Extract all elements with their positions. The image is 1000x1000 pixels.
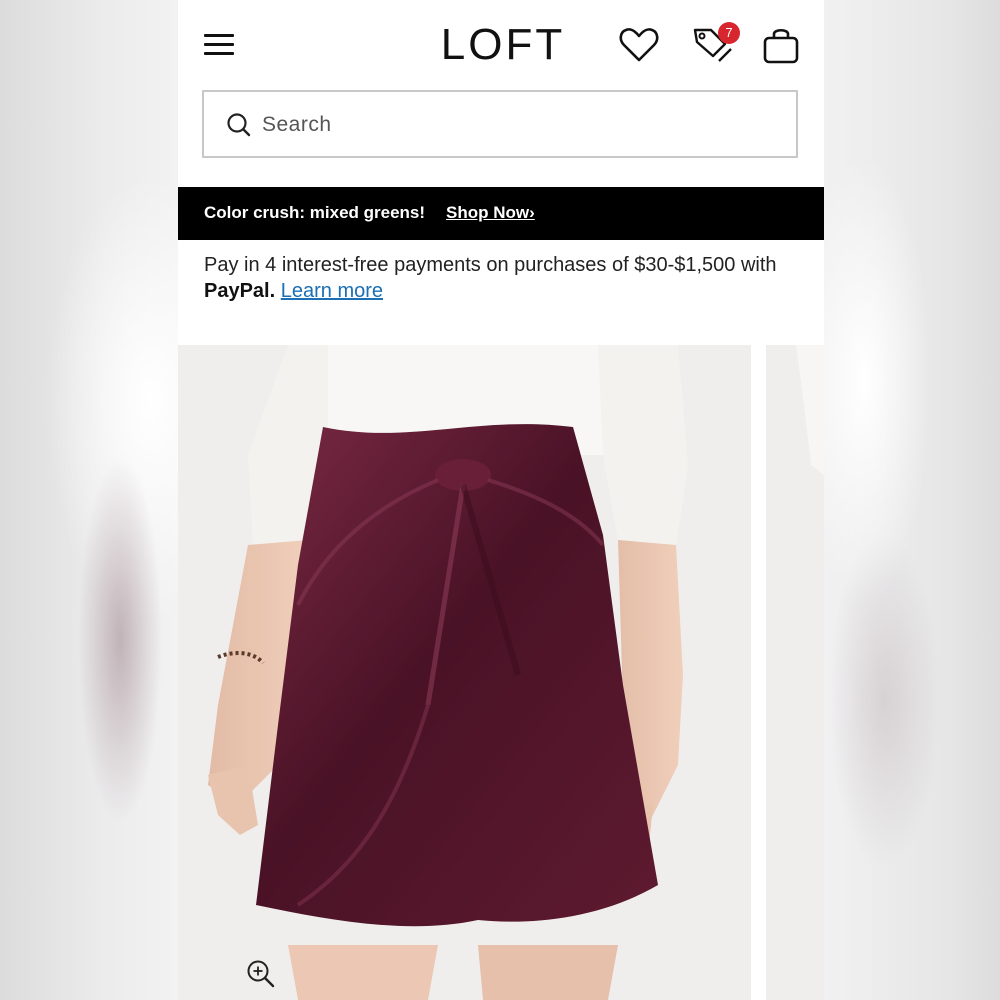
search-icon xyxy=(227,113,251,137)
search-bar[interactable] xyxy=(202,90,798,158)
paypal-message: Pay in 4 interest-free payments on purch… xyxy=(204,252,804,304)
promo-banner: Color crush: mixed greens! Shop Now› xyxy=(178,187,824,240)
product-image[interactable] xyxy=(178,345,751,1000)
offers-count-badge: 7 xyxy=(718,22,740,44)
blurred-backdrop-left xyxy=(0,0,178,1000)
hamburger-menu-icon[interactable] xyxy=(202,30,236,60)
search-input[interactable] xyxy=(260,102,784,148)
brand-logo[interactable]: LOFT xyxy=(408,18,598,72)
shop-now-link[interactable]: Shop Now› xyxy=(446,203,535,223)
paypal-text: Pay in 4 interest-free payments on purch… xyxy=(204,254,777,276)
shopping-bag-icon[interactable] xyxy=(758,22,804,68)
site-header: LOFT 7 xyxy=(178,0,824,90)
heart-icon[interactable] xyxy=(616,22,662,68)
learn-more-link[interactable]: Learn more xyxy=(281,280,383,302)
blurred-backdrop-right xyxy=(824,0,1000,1000)
zoom-in-icon[interactable] xyxy=(246,959,276,989)
mobile-page: LOFT 7 Color crush: xyxy=(178,0,824,1000)
promo-text: Color crush: mixed greens! xyxy=(204,203,426,222)
product-gallery xyxy=(178,345,824,1000)
paypal-brand: PayPal. xyxy=(204,280,276,302)
next-product-image-peek[interactable] xyxy=(766,345,824,1000)
